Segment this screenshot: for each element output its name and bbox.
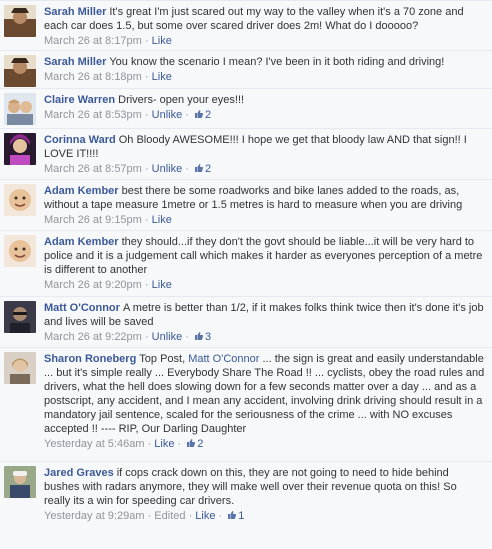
thumbs-up-icon[interactable] [194,331,204,341]
comment-timestamp[interactable]: Yesterday at 5:46am [44,438,145,450]
comment-author[interactable]: Adam Kember [44,236,119,248]
comment-list: Sarah Miller It's great I'm just scared o… [0,0,492,549]
comment-timestamp[interactable]: March 26 at 8:17pm [44,35,142,47]
comment-body: Matt O'Connor A metre is better than 1/2,… [44,300,486,329]
comment-meta: March 26 at 8:53pm · Unlike · 2 [44,108,486,122]
comment-timestamp[interactable]: March 26 at 8:57pm [44,163,142,175]
comment-body: Sarah Miller You know the scenario I mean… [44,54,486,69]
comment-meta: Yesterday at 5:46am · Like · 2 [44,437,486,451]
comment-text: You know the scenario I mean? I've been … [109,56,445,68]
like-count[interactable]: 2 [205,163,211,175]
comment-meta: Yesterday at 9:29am · Edited · Like · 1 [44,509,486,523]
thumbs-up-icon[interactable] [194,109,204,119]
comment-meta: March 26 at 9:22pm · Unlike · 3 [44,330,486,344]
comment-author[interactable]: Sharon Roneberg [44,353,136,365]
unlike-button[interactable]: Unlike [152,109,183,121]
edited-label[interactable]: Edited [154,510,185,522]
like-button[interactable]: Like [152,71,172,83]
comment-author[interactable]: Adam Kember [44,185,119,197]
meta-separator: · [188,510,193,522]
comment-item: Adam Kember they should...if they don't t… [0,231,492,297]
comment-author[interactable]: Sarah Miller [44,56,106,68]
meta-separator: · [144,214,149,226]
meta-separator: · [144,279,149,291]
meta-separator: · [177,438,182,450]
thumbs-up-icon[interactable] [194,163,204,173]
avatar[interactable] [4,235,36,267]
comment-body: Adam Kember they should...if they don't t… [44,234,486,277]
avatar[interactable] [4,301,36,333]
comment-meta: March 26 at 8:17pm · Like [44,34,486,48]
comment-text: ... the sign is great and easily underst… [44,353,485,435]
thumbs-up-icon[interactable] [227,510,237,520]
avatar[interactable] [4,5,36,37]
thumbs-up-icon[interactable] [186,438,196,448]
comment-item: Adam Kember best there be some roadworks … [0,180,492,231]
meta-separator: · [144,71,149,83]
comment-author[interactable]: Matt O'Connor [44,302,120,314]
like-button[interactable]: Like [152,279,172,291]
like-count[interactable]: 2 [197,438,203,450]
meta-separator: · [144,163,149,175]
comment-body: Adam Kember best there be some roadworks … [44,183,486,212]
avatar[interactable] [4,93,36,125]
comment-author[interactable]: Sarah Miller [44,6,106,18]
mention-link[interactable]: Matt O'Connor [188,353,259,365]
comment-meta: March 26 at 8:57pm · Unlike · 2 [44,162,486,176]
comment-text: Drivers- open your eyes!!! [118,94,245,106]
comment-timestamp[interactable]: March 26 at 9:15pm [44,214,142,226]
comment-body: Jared Graves if cops crack down on this, … [44,465,486,508]
avatar[interactable] [4,352,36,384]
meta-separator: · [147,510,152,522]
comment-item: Sharon Roneberg Top Post, Matt O'Connor .… [0,348,492,462]
comment-item: Jared Graves if cops crack down on this, … [0,462,492,528]
like-count[interactable]: 2 [205,109,211,121]
avatar[interactable] [4,184,36,216]
meta-separator: · [147,438,152,450]
meta-separator: · [185,163,189,175]
like-button[interactable]: Like [152,35,172,47]
comment-meta: March 26 at 9:15pm · Like [44,213,486,227]
like-button[interactable]: Like [152,214,172,226]
comment-body: Sharon Roneberg Top Post, Matt O'Connor .… [44,351,486,436]
unlike-button[interactable]: Unlike [152,331,183,343]
comment-item: Corinna Ward Oh Bloody AWESOME!!! I hope … [0,129,492,180]
comment-item: Matt O'Connor A metre is better than 1/2,… [0,297,492,348]
comment-timestamp[interactable]: March 26 at 8:18pm [44,71,142,83]
avatar[interactable] [4,133,36,165]
avatar[interactable] [4,466,36,498]
comment-meta: March 26 at 9:20pm · Like [44,278,486,292]
meta-separator: · [144,331,149,343]
comment-item: Claire Warren Drivers- open your eyes!!! … [0,89,492,129]
unlike-button[interactable]: Unlike [152,163,183,175]
meta-separator: · [218,510,223,522]
comment-timestamp[interactable]: March 26 at 9:20pm [44,279,142,291]
meta-separator: · [185,331,189,343]
comment-meta: March 26 at 8:18pm · Like [44,70,486,84]
like-count[interactable]: 1 [238,510,244,522]
meta-separator: · [144,109,149,121]
comment-text: It's great I'm just scared out my way to… [44,6,464,32]
comment-item: Sarah Miller It's great I'm just scared o… [0,1,492,51]
comment-author[interactable]: Claire Warren [44,94,115,106]
like-count[interactable]: 3 [205,331,211,343]
comment-author[interactable]: Jared Graves [44,467,114,479]
avatar[interactable] [4,55,36,87]
comment-body: Sarah Miller It's great I'm just scared o… [44,4,486,33]
comment-timestamp[interactable]: Yesterday at 9:29am [44,510,145,522]
meta-separator: · [144,35,149,47]
like-button[interactable]: Like [195,510,215,522]
meta-separator: · [185,109,189,121]
comment-item: Sarah Miller You know the scenario I mean… [0,51,492,89]
comment-body: Claire Warren Drivers- open your eyes!!! [44,92,486,107]
like-button[interactable]: Like [154,438,174,450]
comment-text-start: Top Post, [139,353,186,365]
comment-body: Corinna Ward Oh Bloody AWESOME!!! I hope … [44,132,486,161]
comment-timestamp[interactable]: March 26 at 8:53pm [44,109,142,121]
comment-timestamp[interactable]: March 26 at 9:22pm [44,331,142,343]
comment-author[interactable]: Corinna Ward [44,134,116,146]
